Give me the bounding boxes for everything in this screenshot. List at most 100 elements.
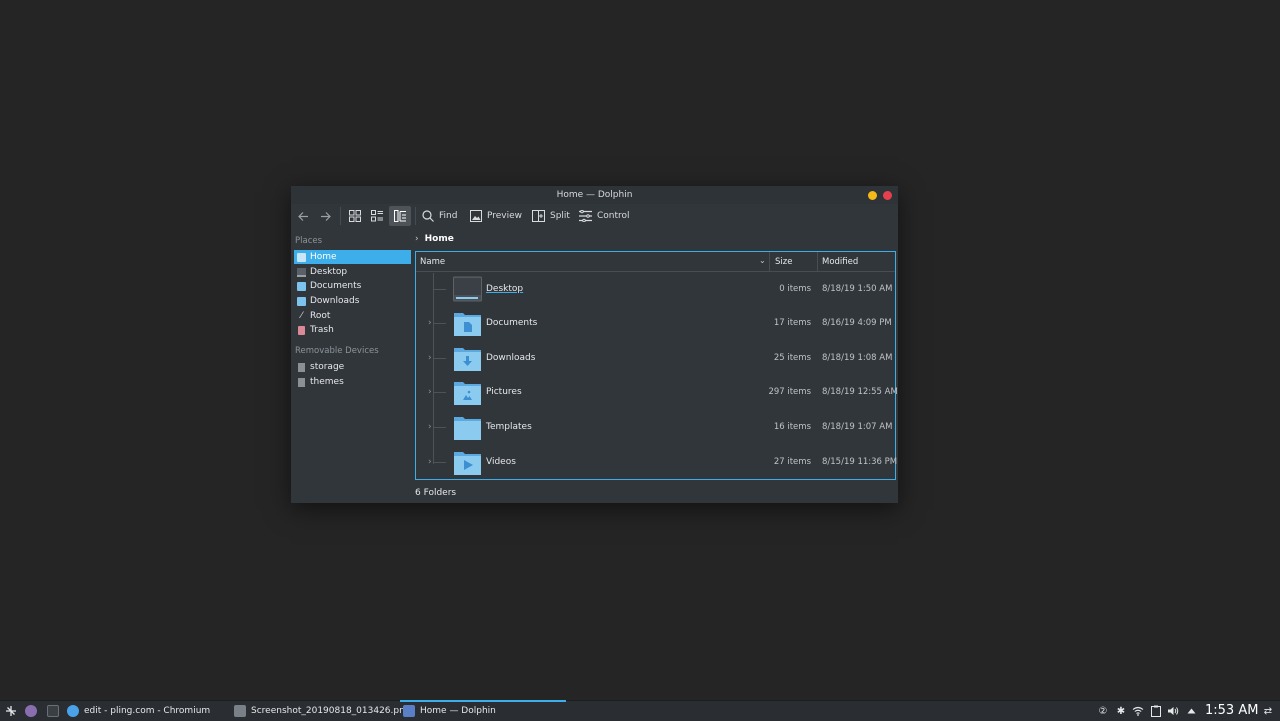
device-label: themes	[310, 377, 344, 387]
minimize-button[interactable]	[868, 191, 877, 200]
column-name[interactable]: Name	[420, 257, 445, 267]
application-launcher[interactable]	[5, 701, 17, 721]
file-row-templates[interactable]: › Templates 16 items 8/18/19 1:07 AM	[416, 411, 895, 444]
tree-branch	[434, 358, 446, 359]
icons-view-button[interactable]	[346, 206, 364, 226]
removable-devices-title: Removable Devices	[295, 346, 379, 356]
file-row-desktop[interactable]: Desktop 0 items 8/18/19 1:50 AM	[416, 273, 895, 306]
launcher-terminal[interactable]	[47, 701, 59, 721]
file-size: 17 items	[773, 318, 811, 328]
place-documents[interactable]: Documents	[294, 279, 411, 293]
documents-folder-icon	[454, 313, 481, 336]
panel-options-icon[interactable]: ⇄	[1262, 704, 1274, 718]
forward-button[interactable]	[319, 206, 332, 226]
drive-icon	[298, 362, 305, 372]
device-label: storage	[310, 362, 345, 372]
details-view[interactable]: Name ⌄ Size Modified Desktop 0 items 8/1…	[415, 251, 898, 480]
place-trash[interactable]: Trash	[294, 323, 411, 337]
find-button[interactable]: Find	[422, 206, 457, 226]
task-label: edit - pling.com - Chromium	[84, 706, 211, 716]
file-name[interactable]: Documents	[486, 318, 537, 328]
device-themes[interactable]: themes	[294, 375, 411, 389]
file-size: 27 items	[773, 457, 811, 467]
wifi-icon[interactable]	[1132, 704, 1144, 718]
place-downloads[interactable]: Downloads	[294, 294, 411, 308]
column-divider[interactable]	[769, 252, 770, 271]
terminal-icon	[47, 705, 59, 717]
file-row-videos[interactable]: › Videos 27 items 8/15/19 11:36 PM	[416, 446, 898, 479]
expand-chevron-icon[interactable]: ›	[428, 457, 432, 467]
toolbar: Find Preview Split Control	[291, 204, 898, 228]
grid-icon	[349, 210, 361, 222]
details-view-button[interactable]	[389, 206, 411, 226]
control-button[interactable]: Control	[579, 206, 630, 226]
file-name[interactable]: Downloads	[486, 353, 535, 363]
settings-gear-icon[interactable]: ✱	[1115, 704, 1127, 718]
task-chromium[interactable]: edit - pling.com - Chromium	[67, 701, 210, 721]
toolbar-separator	[415, 207, 416, 225]
file-row-pictures[interactable]: › Pictures 297 items 8/18/19 12:55 AM	[416, 376, 898, 409]
image-viewer-icon	[234, 705, 246, 717]
file-row-documents[interactable]: › Documents 17 items 8/16/19 4:09 PM	[416, 307, 895, 340]
dolphin-icon	[403, 705, 415, 717]
column-divider[interactable]	[817, 252, 818, 271]
hamburger-menu-icon	[579, 210, 592, 222]
preview-label: Preview	[487, 211, 523, 221]
clock[interactable]: 1:53 AM	[1205, 703, 1258, 718]
place-label: Root	[310, 311, 331, 321]
file-modified: 8/18/19 1:07 AM	[822, 422, 893, 432]
expand-tray-icon[interactable]	[1185, 704, 1197, 718]
desktop-icon	[297, 267, 306, 277]
launcher-icon	[6, 706, 16, 716]
file-modified: 8/18/19 1:08 AM	[822, 353, 893, 363]
compact-view-button[interactable]	[368, 206, 386, 226]
expand-chevron-icon[interactable]: ›	[428, 318, 432, 328]
trash-icon	[298, 325, 305, 335]
places-panel: Places Home Desktop Documents Downloads …	[291, 232, 413, 503]
preview-button[interactable]: Preview	[470, 206, 522, 226]
tree-branch	[434, 392, 446, 393]
documents-icon	[297, 281, 306, 291]
file-name[interactable]: Desktop	[486, 284, 523, 294]
arrow-right-icon	[321, 211, 331, 221]
task-dolphin[interactable]: Home — Dolphin	[403, 701, 496, 721]
file-name[interactable]: Pictures	[486, 387, 522, 397]
place-root[interactable]: ⁄ Root	[294, 309, 411, 323]
chevron-down-icon[interactable]: ⌄	[759, 256, 766, 265]
downloads-icon	[297, 296, 306, 306]
column-size[interactable]: Size	[775, 257, 792, 267]
file-name[interactable]: Templates	[486, 422, 532, 432]
split-button[interactable]: Split	[532, 206, 570, 226]
place-desktop[interactable]: Desktop	[294, 265, 411, 279]
back-button[interactable]	[297, 206, 310, 226]
file-size: 0 items	[779, 284, 811, 294]
file-size: 297 items	[768, 387, 811, 397]
tree-view-icon	[394, 210, 406, 222]
chevron-right-icon: ›	[415, 234, 419, 244]
close-button[interactable]	[883, 191, 892, 200]
volume-icon[interactable]	[1167, 704, 1179, 718]
column-header: Name ⌄ Size Modified	[416, 252, 895, 272]
image-icon	[470, 210, 482, 222]
breadcrumb-current[interactable]: Home	[425, 234, 454, 244]
task-screenshot[interactable]: Screenshot_20190818_013426.pn...	[234, 701, 413, 721]
virtual-desktop-icon[interactable]: ②	[1097, 704, 1109, 718]
launcher-chromium[interactable]	[25, 701, 37, 721]
file-row-downloads[interactable]: › Downloads 25 items 8/18/19 1:08 AM	[416, 342, 895, 375]
place-label: Trash	[310, 325, 334, 335]
breadcrumb[interactable]: › Home	[415, 232, 454, 246]
drive-icon	[298, 377, 305, 387]
downloads-folder-icon	[454, 348, 481, 371]
split-view-icon	[532, 210, 545, 222]
expand-chevron-icon[interactable]: ›	[428, 422, 432, 432]
column-modified[interactable]: Modified	[822, 257, 858, 267]
expand-chevron-icon[interactable]: ›	[428, 353, 432, 363]
expand-chevron-icon[interactable]: ›	[428, 387, 432, 397]
clipboard-icon[interactable]	[1150, 704, 1162, 718]
file-name[interactable]: Videos	[486, 457, 516, 467]
device-storage[interactable]: storage	[294, 360, 411, 374]
file-modified: 8/15/19 11:36 PM	[822, 457, 898, 467]
place-home[interactable]: Home	[294, 250, 411, 264]
place-label: Desktop	[310, 267, 348, 277]
title-bar[interactable]: Home — Dolphin	[291, 186, 898, 204]
